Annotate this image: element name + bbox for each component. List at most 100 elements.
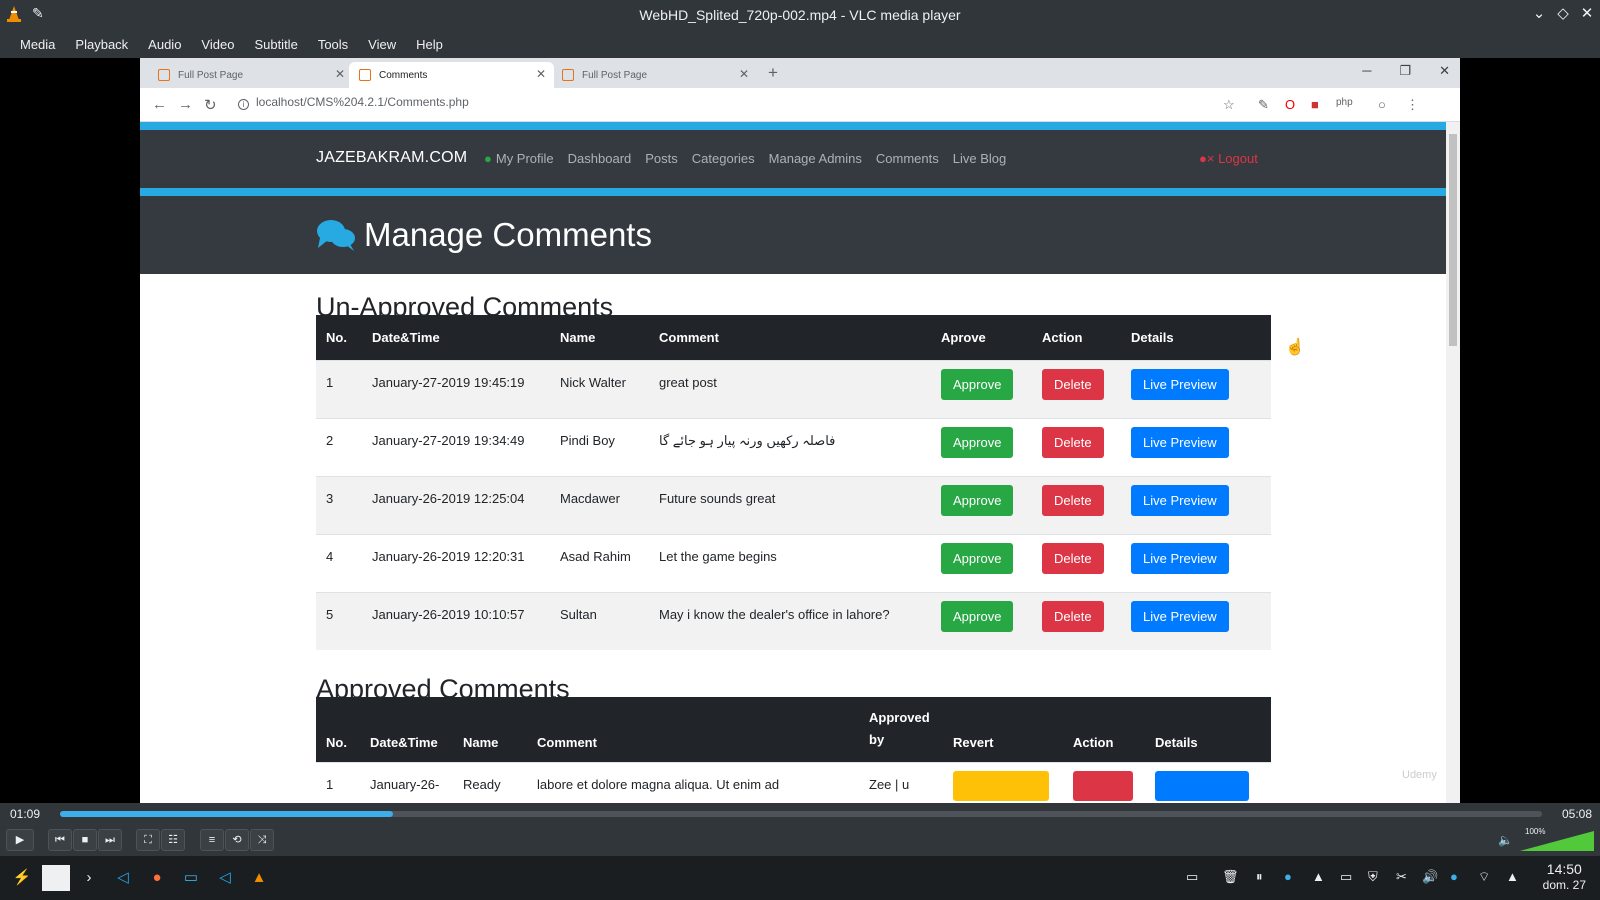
shield-icon[interactable]: ⛨	[1368, 869, 1378, 885]
vlc-tray-icon[interactable]: ▲	[1312, 869, 1325, 884]
extension-icon[interactable]: ■	[1311, 97, 1319, 112]
hand-cursor-icon: ☝	[1285, 339, 1305, 356]
logout-link[interactable]: ●× Logout	[1199, 151, 1258, 166]
show-desktop-icon[interactable]: ▭	[1186, 869, 1198, 885]
loop-icon[interactable]: ⟲	[225, 829, 249, 851]
clock[interactable]: 14:50 dom. 27	[1543, 861, 1586, 893]
live-preview-button[interactable]: Live Preview	[1131, 600, 1229, 632]
menu-subtitle[interactable]: Subtitle	[244, 37, 307, 52]
wifi-icon[interactable]: ⌔	[1478, 869, 1490, 885]
nav-comments[interactable]: Comments	[876, 151, 939, 166]
vlc-taskbar-icon[interactable]: ▲	[248, 867, 270, 889]
firefox-icon[interactable]: ●	[146, 867, 168, 889]
app-launcher-icon[interactable]: ⚡	[11, 867, 33, 889]
forward-icon[interactable]: →	[178, 96, 193, 113]
php-icon[interactable]: php	[1336, 97, 1353, 108]
nav-my-profile[interactable]: ● My Profile	[484, 151, 554, 166]
delete-button[interactable]: Delete	[1042, 600, 1104, 632]
site-brand[interactable]: JAZEBAKRAM.COM	[316, 149, 467, 167]
minimize-icon[interactable]: ⌄	[1532, 4, 1546, 22]
nav-dashboard[interactable]: Dashboard	[568, 151, 632, 166]
revert-button[interactable]	[953, 770, 1049, 801]
bookmark-star-icon[interactable]: ☆	[1223, 97, 1235, 113]
eyedropper-icon[interactable]: ✎	[1258, 97, 1269, 113]
scissors-icon[interactable]: ✂	[1396, 869, 1407, 885]
delete-button[interactable]: Delete	[1042, 368, 1104, 400]
menu-help[interactable]: Help	[406, 37, 453, 52]
vscode-icon[interactable]: ◁	[112, 867, 134, 889]
col-action: Action	[1032, 315, 1121, 360]
opera-icon[interactable]: O	[1285, 97, 1295, 112]
approve-button[interactable]: Approve	[941, 368, 1014, 400]
menu-tools[interactable]: Tools	[308, 37, 358, 52]
menu-media[interactable]: Media	[10, 37, 65, 52]
speaker-icon[interactable]: 🔊	[1422, 869, 1438, 885]
pause-icon[interactable]: ⏸	[1256, 869, 1263, 885]
equalizer-icon[interactable]: ☷	[161, 829, 185, 851]
terminal-icon[interactable]: ›	[78, 867, 100, 889]
approve-button[interactable]: Approve	[941, 426, 1014, 458]
browser-close-icon[interactable]: ✕	[1439, 63, 1450, 79]
close-icon[interactable]: ✕	[1580, 4, 1594, 22]
delete-button[interactable]: Delete	[1042, 542, 1104, 574]
address-bar[interactable]: i localhost/CMS%204.2.1/Comments.php	[238, 95, 469, 110]
delete-button[interactable]	[1073, 770, 1133, 801]
nav-posts[interactable]: Posts	[645, 151, 678, 166]
volume-icon[interactable]: 🔈	[1498, 833, 1513, 847]
menu-view[interactable]: View	[358, 37, 406, 52]
play-icon[interactable]: ▶	[6, 829, 34, 851]
fullscreen-icon[interactable]: ⛶	[136, 829, 160, 851]
menu-playback[interactable]: Playback	[65, 37, 138, 52]
approve-button[interactable]: Approve	[941, 484, 1014, 516]
browser-minimize-icon[interactable]: ─	[1362, 63, 1371, 79]
profile-icon[interactable]: ○	[1378, 97, 1386, 112]
info-icon[interactable]: i	[238, 99, 249, 110]
qbittorrent-icon[interactable]: ●	[1284, 869, 1292, 884]
seek-slider[interactable]	[60, 811, 1542, 817]
menu-audio[interactable]: Audio	[138, 37, 191, 52]
previous-icon[interactable]: ⏮	[48, 829, 72, 851]
video-area[interactable]: Full Post Page ✕ Comments ✕ Full Post Pa…	[0, 58, 1600, 803]
trash-icon[interactable]: 🗑	[1222, 869, 1239, 885]
live-preview-button[interactable]: Live Preview	[1131, 368, 1229, 400]
next-icon[interactable]: ⏭	[98, 829, 122, 851]
nav-manage-admins[interactable]: Manage Admins	[769, 151, 862, 166]
nav-live-blog[interactable]: Live Blog	[953, 151, 1006, 166]
bluetooth-icon[interactable]: ●	[1450, 869, 1458, 884]
tray-expand-icon[interactable]: ▲	[1506, 869, 1519, 884]
live-preview-button[interactable]	[1155, 770, 1249, 801]
live-preview-button[interactable]: Live Preview	[1131, 484, 1229, 516]
tab-close-icon[interactable]: ✕	[536, 67, 546, 81]
page-scrollbar[interactable]	[1446, 122, 1460, 803]
favicon-icon	[158, 69, 170, 81]
shuffle-icon[interactable]: ⤨	[250, 829, 274, 851]
stop-icon[interactable]: ■	[73, 829, 97, 851]
desktop-preview-icon[interactable]	[42, 865, 70, 891]
reload-icon[interactable]: ↻	[204, 96, 217, 114]
approve-button[interactable]: Approve	[941, 542, 1014, 574]
folder-icon[interactable]: ▭	[180, 867, 202, 889]
maximize-icon[interactable]: ◇	[1556, 4, 1570, 22]
live-preview-button[interactable]: Live Preview	[1131, 426, 1229, 458]
console-icon[interactable]: ▭	[1340, 869, 1352, 885]
tab-full-post-2[interactable]: Full Post Page ✕	[552, 62, 757, 88]
tab-full-post-1[interactable]: Full Post Page ✕	[148, 62, 353, 88]
delete-button[interactable]: Delete	[1042, 484, 1104, 516]
playlist-icon[interactable]: ≡	[200, 829, 224, 851]
scroll-thumb[interactable]	[1449, 134, 1457, 346]
tab-close-icon[interactable]: ✕	[739, 67, 749, 81]
menu-dots-icon[interactable]: ⋮	[1406, 97, 1419, 113]
vscode-icon-2[interactable]: ◁	[214, 867, 236, 889]
new-tab-icon[interactable]: +	[768, 63, 778, 83]
back-icon[interactable]: ←	[152, 96, 167, 113]
approve-button[interactable]: Approve	[941, 600, 1014, 632]
delete-button[interactable]: Delete	[1042, 426, 1104, 458]
tab-comments[interactable]: Comments ✕	[349, 62, 554, 88]
volume-slider[interactable]	[1520, 831, 1594, 851]
col-approved-by: Approved by	[859, 697, 943, 762]
tab-close-icon[interactable]: ✕	[335, 67, 345, 81]
live-preview-button[interactable]: Live Preview	[1131, 542, 1229, 574]
browser-restore-icon[interactable]: ❐	[1399, 63, 1411, 79]
menu-video[interactable]: Video	[191, 37, 244, 52]
nav-categories[interactable]: Categories	[692, 151, 755, 166]
